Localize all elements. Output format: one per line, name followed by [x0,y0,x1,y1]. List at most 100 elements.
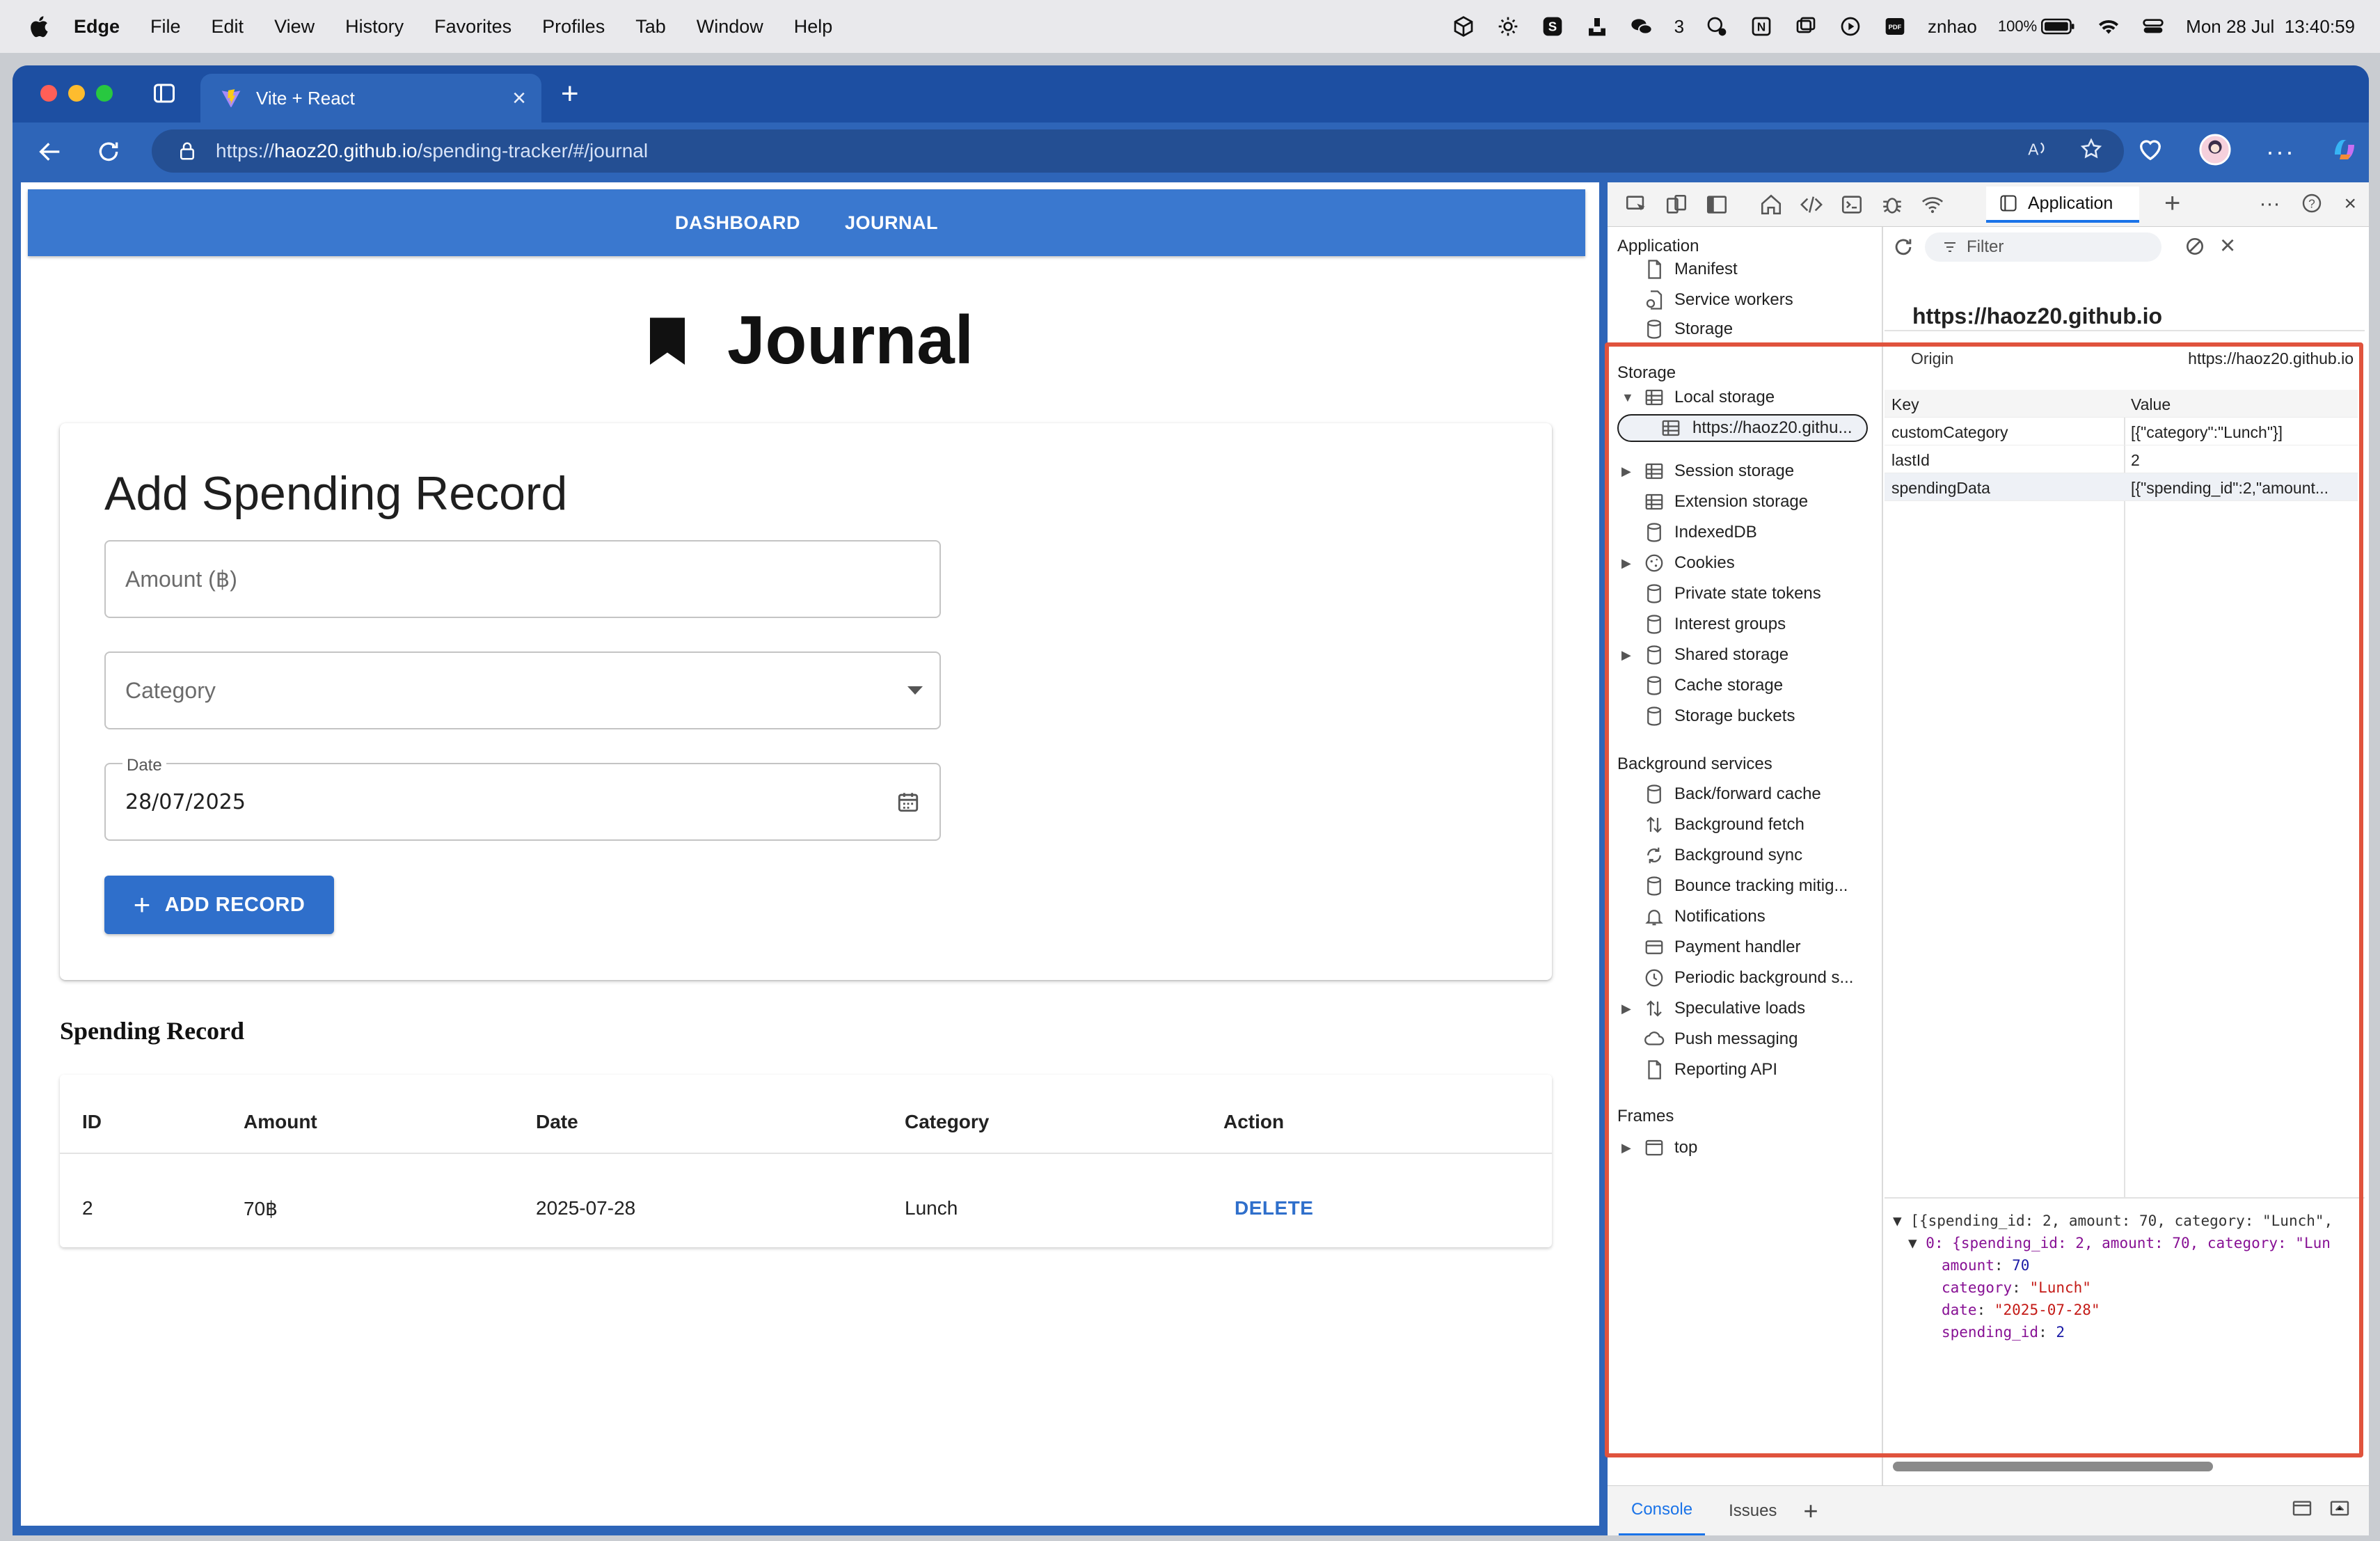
menu-edit[interactable]: Edit [212,16,244,38]
column-header-id: ID [82,1111,102,1132]
table-row[interactable]: customCategory [{"category":"Lunch"}] [1885,418,2358,445]
expanded-arrow-icon[interactable]: ▼ [1893,1212,1910,1229]
spending-table: ID Amount Date Category Action 2 70฿ 202… [60,1075,1552,1247]
drawer-tab-console[interactable]: Console [1619,1486,1706,1535]
inspect-icon[interactable] [1624,193,1648,216]
new-tab-button[interactable]: + [561,77,579,111]
apple-menu-icon[interactable] [26,13,50,40]
page-heading: Journal [21,301,1599,379]
menu-help[interactable]: Help [794,16,833,38]
settings-badge-icon[interactable] [1705,15,1729,38]
delete-button[interactable]: DELETE [1235,1197,1313,1219]
local-storage-view: Origin https://haoz20.github.io Key Valu… [1885,0,2365,1541]
add-record-button[interactable]: + ADD RECORD [104,876,334,934]
sidebar-item-manifest[interactable]: Manifest [1608,255,1883,284]
preview-root-line[interactable]: ▼ [{spending_id: 2, amount: 70, category… [1893,1210,2366,1232]
zoom-window-button[interactable] [96,85,113,102]
welcome-home-icon[interactable] [1759,193,1783,216]
category-select[interactable]: Category [104,651,941,729]
database-icon [1647,319,1661,339]
preview-prop: amount: 70 [1942,1257,2030,1274]
page-title: Journal [727,301,974,378]
brightness-icon[interactable] [1496,15,1520,38]
key-column-header[interactable]: Key [1891,395,1919,414]
lock-icon[interactable] [177,141,198,161]
table-row[interactable]: lastId 2 [1885,445,2358,473]
console-icon[interactable] [1840,193,1864,216]
gear-document-icon [1646,290,1663,310]
close-tab-icon[interactable]: × [512,85,526,112]
upload-tray-icon[interactable] [1585,15,1609,38]
storage-key: spendingData [1891,479,1990,497]
sidebar-label: Session storage [1674,461,1795,480]
device-toolbar-icon[interactable] [1665,193,1688,216]
sidebar-label: Service workers [1674,290,1793,309]
table-grid-icon [1662,420,1680,436]
document-icon [1648,260,1661,279]
table-grid-icon [1645,463,1663,480]
date-input[interactable]: 28/07/2025 [104,763,941,841]
dropdown-arrow-icon [907,686,923,695]
table-header-row: Key Value [1885,390,2358,418]
sidebar-header-application: Application [1617,237,1699,255]
wechat-count: 3 [1674,15,1685,37]
wechat-icon[interactable] [1630,15,1653,38]
preview-divider [1885,1197,2365,1199]
plus-icon: + [133,888,151,921]
browser-tab-active[interactable]: Vite + React × [200,74,541,123]
menu-favorites[interactable]: Favorites [434,16,511,38]
play-icon[interactable] [1839,15,1862,38]
expanded-arrow-icon[interactable]: ▼ [1908,1235,1926,1251]
tab-actions-icon[interactable] [152,81,177,106]
nav-journal-link[interactable]: JOURNAL [845,212,938,234]
menu-window[interactable]: Window [697,16,763,38]
sidebar-item-service-workers[interactable]: Service workers [1608,285,1883,315]
menu-view[interactable]: View [274,16,315,38]
sidebar-label: Local storage [1674,388,1775,406]
calendar-icon[interactable] [896,790,920,814]
table-row-selected[interactable]: spendingData [{"spending_id":2,"amount..… [1885,473,2358,501]
column-splitter[interactable] [2124,390,2125,1197]
close-window-button[interactable] [40,85,57,102]
sidebar-item-session-storage[interactable]: ▶ Session storage [1608,457,1883,486]
address-bar[interactable]: https://haoz20.github.io/spending-tracke… [152,129,2124,173]
expanded-arrow-icon[interactable]: ▼ [1621,390,1634,405]
elements-icon[interactable] [1800,193,1823,216]
cube-icon[interactable] [1452,15,1475,38]
minimize-window-button[interactable] [68,85,85,102]
preview-item-line[interactable]: ▼ 0: {spending_id: 2, amount: 70, catego… [1893,1232,2366,1254]
sidebar-item-local-storage[interactable]: ▼ Local storage [1608,383,1883,412]
drawer-tab-issues[interactable]: Issues [1716,1486,1789,1536]
sidebar-item-storage[interactable]: Storage [1608,315,1883,344]
column-header-category: Category [905,1111,990,1132]
sidebar-label: https://haoz20.githu... [1692,418,1853,437]
sidebar-item-local-storage-origin[interactable]: https://haoz20.githu... [1608,413,1883,443]
table-header-divider [60,1153,1552,1154]
nav-dashboard-link[interactable]: DASHBOARD [675,212,800,234]
preview-prop: spending_id: 2 [1942,1324,2065,1341]
application-sidebar: Application Manifest Service workers Sto… [1608,227,1883,1485]
storage-key: customCategory [1891,423,2008,441]
refresh-icon[interactable] [93,136,124,167]
menu-app-name[interactable]: Edge [74,16,120,38]
menu-profiles[interactable]: Profiles [542,16,605,38]
collapsed-arrow-icon[interactable]: ▶ [1621,464,1633,479]
back-arrow-icon[interactable] [35,136,65,167]
horizontal-scrollbar[interactable] [1893,1462,2213,1471]
add-drawer-tab-icon[interactable]: + [1803,1496,1818,1526]
menu-history[interactable]: History [345,16,404,38]
column-header-date: Date [536,1111,578,1132]
windows-icon[interactable] [1794,15,1818,38]
menu-file[interactable]: File [150,16,181,38]
page-viewport: DASHBOARD JOURNAL Journal Add Spending R… [21,182,1599,1526]
value-column-header[interactable]: Value [2131,395,2354,414]
skype-icon[interactable]: S [1541,15,1564,38]
storage-value: [{"spending_id":2,"amount... [2131,479,2329,497]
menu-tab[interactable]: Tab [635,16,666,38]
notion-icon[interactable]: N [1750,15,1773,38]
prop-key: date [1942,1302,1977,1318]
amount-input[interactable]: Amount (฿) [104,540,941,618]
dock-side-icon[interactable] [1705,193,1729,216]
spending-record-title: Spending Record [60,1017,245,1045]
date-label: Date [122,756,166,775]
